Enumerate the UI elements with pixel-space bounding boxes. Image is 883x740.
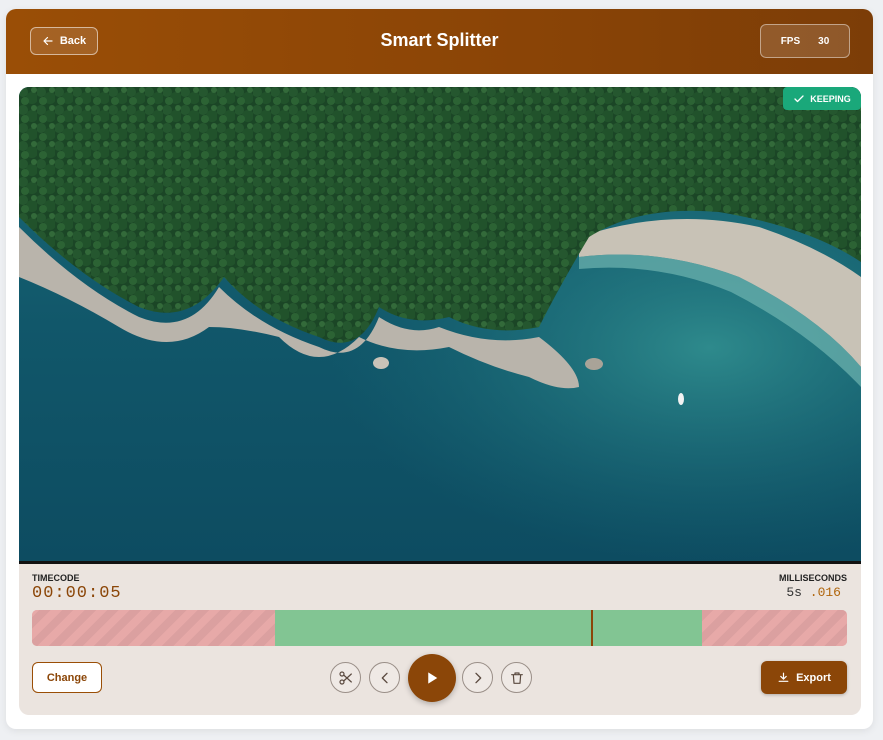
fps-indicator[interactable]: FPS 30 — [760, 24, 850, 58]
milliseconds-seconds: 5s — [786, 585, 802, 600]
split-button[interactable] — [330, 662, 361, 693]
app-window: Back Smart Splitter FPS 30 KEEPING TIMEC… — [6, 9, 873, 729]
milliseconds-value: 5s .016 — [786, 585, 841, 600]
playhead[interactable] — [591, 610, 593, 646]
chevron-left-icon — [381, 672, 388, 683]
play-button[interactable] — [408, 654, 456, 702]
keeping-label: KEEPING — [810, 93, 851, 104]
timecode-value: 00:00:05 — [32, 584, 122, 603]
fps-label: FPS — [780, 35, 801, 47]
timeline-segment-keep[interactable] — [275, 610, 702, 646]
video-divider — [19, 561, 861, 564]
export-button[interactable]: Export — [761, 661, 847, 694]
trash-icon — [510, 671, 523, 684]
header-bar: Back Smart Splitter FPS 30 — [6, 9, 873, 74]
export-label: Export — [796, 671, 831, 684]
next-frame-button[interactable] — [462, 662, 493, 693]
prev-frame-button[interactable] — [369, 662, 400, 693]
editor-card: KEEPING TIMECODE 00:00:05 MILLISECONDS 5… — [19, 87, 861, 715]
keeping-badge: KEEPING — [783, 87, 861, 110]
chevron-right-icon — [474, 672, 481, 683]
timeline-segment-cut[interactable] — [32, 610, 275, 646]
video-frame — [19, 87, 861, 561]
timeline-track[interactable] — [32, 610, 847, 646]
video-preview[interactable]: KEEPING — [19, 87, 861, 561]
timeline-segment-cut[interactable] — [702, 610, 847, 646]
page-title: Smart Splitter — [380, 30, 499, 50]
milliseconds-label: MILLISECONDS — [778, 573, 847, 583]
download-icon — [778, 672, 789, 682]
fps-value: 30 — [818, 35, 830, 47]
check-icon — [794, 94, 804, 102]
milliseconds-fraction: .016 — [809, 585, 841, 600]
change-button[interactable]: Change — [32, 662, 102, 693]
timecode-label: TIMECODE — [32, 573, 80, 583]
scissors-icon — [338, 670, 352, 685]
delete-segment-button[interactable] — [501, 662, 532, 693]
play-icon — [428, 672, 438, 684]
